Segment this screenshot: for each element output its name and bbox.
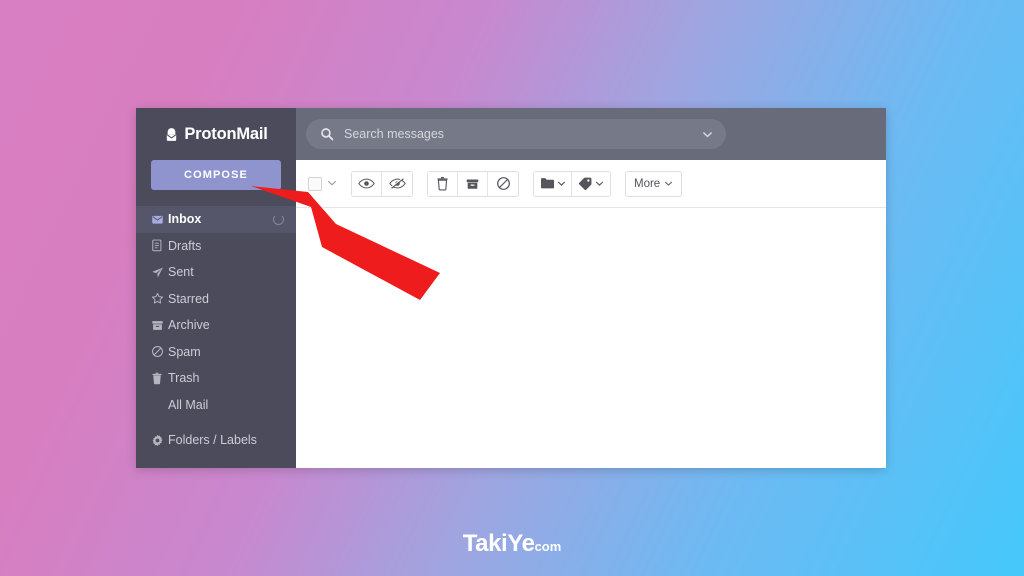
archive-box-icon: [151, 319, 168, 332]
message-actions-group: [427, 170, 519, 197]
message-list[interactable]: [296, 208, 886, 468]
main-panel: Search messages More: [296, 108, 886, 468]
sidebar-item-label: Inbox: [168, 212, 202, 227]
inbox-envelope-icon: [151, 213, 168, 226]
archive-button[interactable]: [458, 171, 488, 196]
search-input[interactable]: Search messages: [306, 119, 726, 149]
message-toolbar: More: [296, 160, 886, 208]
sidebar-item-label: Spam: [168, 344, 201, 359]
sidebar: ProtonMail COMPOSE Inbox Drafts Sent Sta…: [136, 108, 296, 468]
top-bar: Search messages: [296, 108, 886, 160]
trash-can-icon: [151, 372, 168, 385]
more-group: More: [625, 170, 683, 197]
sidebar-item-label: Archive: [168, 318, 210, 333]
sidebar-item-spam[interactable]: Spam: [136, 339, 296, 366]
sidebar-item-label: Starred: [168, 291, 209, 306]
spam-ban-icon: [151, 345, 168, 358]
mark-as-read-button[interactable]: [352, 171, 382, 196]
draft-document-icon: [151, 239, 168, 252]
sidebar-item-label: Drafts: [168, 238, 202, 253]
gear-icon: [151, 434, 168, 447]
proton-envelope-icon: [164, 127, 179, 142]
watermark-suffix: com: [534, 539, 562, 554]
sidebar-item-all-mail[interactable]: All Mail: [136, 392, 296, 419]
loading-spinner-icon: [273, 213, 284, 225]
label-as-button[interactable]: [572, 171, 610, 196]
chevron-down-icon: [665, 181, 673, 186]
sidebar-item-label: Sent: [168, 265, 194, 280]
select-all-group[interactable]: [308, 175, 337, 193]
sidebar-item-label: All Mail: [168, 397, 209, 412]
brand-logo: ProtonMail: [136, 120, 296, 148]
delete-button[interactable]: [428, 171, 458, 196]
sidebar-item-drafts[interactable]: Drafts: [136, 233, 296, 260]
read-state-group: [351, 170, 413, 197]
watermark: TakiYecom: [0, 530, 1024, 558]
sidebar-item-starred[interactable]: Starred: [136, 286, 296, 313]
star-outline-icon: [151, 292, 168, 305]
sent-paper-plane-icon: [151, 266, 168, 279]
watermark-text: TakiYe: [462, 530, 535, 557]
search-placeholder-text: Search messages: [344, 127, 445, 141]
sidebar-item-sent[interactable]: Sent: [136, 259, 296, 286]
compose-button[interactable]: COMPOSE: [151, 160, 281, 190]
sidebar-item-label: Trash: [168, 371, 200, 386]
sidebar-item-label: Folders / Labels: [168, 433, 257, 448]
sidebar-item-inbox[interactable]: Inbox: [136, 206, 296, 233]
protonmail-window: ProtonMail COMPOSE Inbox Drafts Sent Sta…: [136, 108, 886, 468]
spam-button[interactable]: [488, 171, 518, 196]
organize-group: [533, 170, 611, 197]
search-icon: [320, 127, 336, 141]
sidebar-divider-space: [136, 418, 296, 427]
move-to-folder-button[interactable]: [534, 171, 572, 196]
sidebar-item-trash[interactable]: Trash: [136, 365, 296, 392]
more-button-label: More: [634, 177, 661, 190]
mark-as-unread-button[interactable]: [382, 171, 412, 196]
sidebar-item-archive[interactable]: Archive: [136, 312, 296, 339]
chevron-down-icon[interactable]: [327, 175, 337, 193]
chevron-down-icon[interactable]: [702, 129, 714, 140]
more-button[interactable]: More: [626, 171, 682, 196]
brand-name: ProtonMail: [184, 124, 268, 143]
sidebar-item-folders-labels[interactable]: Folders / Labels: [136, 427, 296, 454]
select-all-checkbox[interactable]: [308, 176, 322, 191]
